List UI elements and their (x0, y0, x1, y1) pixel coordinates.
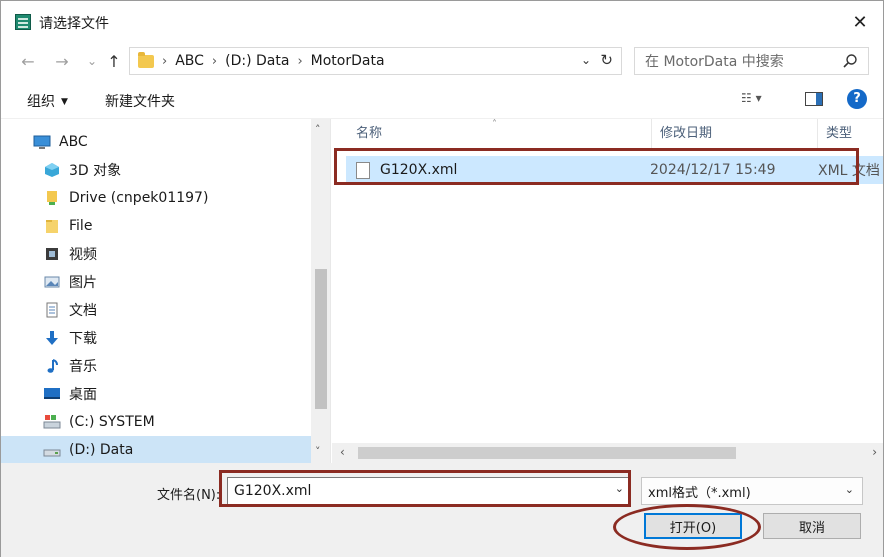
sidebar-item-music[interactable]: 音乐 (1, 352, 311, 380)
sidebar-item-label: 桌面 (69, 387, 97, 403)
sidebar-item-label: 视频 (69, 247, 97, 263)
drive-user-icon (43, 190, 61, 206)
cancel-button[interactable]: 取消 (763, 513, 861, 539)
system-drive-icon (43, 414, 61, 430)
sidebar-item-label: 图片 (69, 275, 97, 291)
search-box[interactable]: 在 MotorData 中搜索 (634, 47, 869, 75)
sidebar-item-drive[interactable]: Drive (cnpek01197) (1, 184, 311, 212)
highlight-file-row (334, 148, 859, 185)
folder-icon (138, 51, 154, 68)
sidebar-item-label: 音乐 (69, 359, 97, 375)
breadcrumb-abc[interactable]: ABC (175, 53, 204, 69)
sidebar-item-pictures[interactable]: 图片 (1, 268, 311, 296)
column-header-name[interactable]: 名称 (346, 119, 652, 149)
filename-label: 文件名(N): (157, 488, 221, 503)
preview-pane-icon[interactable] (805, 92, 823, 106)
command-bar: 组织 ▼ 新建文件夹 ☷ ▾ ? (1, 79, 883, 119)
computer-icon (33, 134, 51, 150)
breadcrumb-separator: › (297, 53, 303, 69)
desktop-icon (43, 386, 61, 402)
caret-down-icon: ▼ (61, 97, 68, 107)
breadcrumb-separator: › (162, 53, 168, 69)
organize-label: 组织 (27, 94, 55, 110)
dialog-title: 请选择文件 (39, 16, 109, 32)
sidebar-item-label: (C:) SYSTEM (69, 414, 155, 430)
sidebar-item-videos[interactable]: 视频 (1, 240, 311, 268)
sidebar-item-label: File (69, 218, 93, 234)
sidebar-item-documents[interactable]: 文档 (1, 296, 311, 324)
address-bar[interactable]: › ABC › (D:) Data › MotorData ⌄ ↻ (129, 47, 622, 75)
search-icon[interactable] (842, 53, 858, 69)
refresh-icon[interactable]: ↻ (600, 51, 613, 69)
sidebar-item-label: 文档 (69, 303, 97, 319)
breadcrumb-separator: › (211, 53, 218, 69)
file-open-dialog: 请选择文件 ✕ ← → ⌄ ↑ › ABC › (D:) Data › Moto… (0, 0, 884, 557)
download-icon (43, 330, 61, 346)
help-icon[interactable]: ? (847, 89, 867, 109)
back-button[interactable]: ← (17, 51, 39, 71)
sidebar-item-abc[interactable]: ABC (1, 128, 311, 156)
scroll-right-icon[interactable]: › (872, 445, 877, 459)
highlight-open-button (613, 504, 761, 550)
address-dropdown-icon[interactable]: ⌄ (581, 53, 591, 67)
navigation-pane: ABC 3D 对象 Drive (cnpek01197) File 视频 图片 … (1, 119, 331, 463)
sidebar-item-data-drive[interactable]: (D:) Data (1, 436, 311, 463)
organize-menu[interactable]: 组织 ▼ (27, 91, 68, 111)
filetype-value: xml格式（*.xml) (648, 485, 751, 501)
title-bar: 请选择文件 ✕ (1, 1, 883, 43)
scroll-up-icon[interactable]: ˄ (315, 123, 321, 136)
address-row: ← → ⌄ ↑ › ABC › (D:) Data › MotorData ⌄ … (1, 43, 883, 79)
scroll-left-icon[interactable]: ‹ (340, 445, 345, 459)
breadcrumb-data-drive[interactable]: (D:) Data (225, 53, 289, 69)
scroll-down-icon[interactable]: ˅ (315, 445, 321, 458)
sidebar-item-desktop[interactable]: 桌面 (1, 380, 311, 408)
breadcrumb-motordata[interactable]: MotorData (311, 53, 385, 69)
sidebar-item-downloads[interactable]: 下载 (1, 324, 311, 352)
sidebar-item-system-drive[interactable]: (C:) SYSTEM (1, 408, 311, 436)
recent-locations-button[interactable]: ⌄ (81, 51, 103, 71)
music-icon (43, 358, 61, 374)
up-button[interactable]: ↑ (103, 51, 125, 71)
chevron-down-icon[interactable]: ⌄ (845, 483, 854, 496)
sidebar-item-label: ABC (59, 134, 88, 150)
sidebar-item-label: Drive (cnpek01197) (69, 190, 209, 206)
view-options-icon[interactable]: ☷ ▾ (741, 91, 785, 109)
sidebar-item-3d-objects[interactable]: 3D 对象 (1, 156, 311, 184)
sidebar-item-label: 下载 (69, 331, 97, 347)
search-placeholder: 在 MotorData 中搜索 (645, 54, 784, 70)
close-button[interactable]: ✕ (837, 1, 883, 43)
folder-icon (43, 218, 61, 234)
sidebar-item-label: (D:) Data (69, 442, 134, 458)
nav-scroll-thumb[interactable] (315, 269, 327, 409)
video-icon (43, 246, 61, 262)
filetype-select[interactable]: xml格式（*.xml) ⌄ (641, 477, 863, 505)
forward-button[interactable]: → (51, 51, 73, 71)
data-drive-icon (43, 442, 61, 458)
document-icon (43, 302, 61, 318)
app-icon (15, 14, 31, 30)
column-header-type[interactable]: 类型 (816, 119, 883, 149)
hscroll-thumb[interactable] (358, 447, 736, 459)
file-list-hscrollbar[interactable]: ‹ › (332, 443, 883, 463)
sidebar-item-file[interactable]: File (1, 212, 311, 240)
new-folder-button[interactable]: 新建文件夹 (105, 91, 175, 111)
picture-icon (43, 274, 61, 290)
sidebar-item-label: 3D 对象 (69, 163, 122, 179)
3d-objects-icon (43, 162, 61, 178)
column-header-modified[interactable]: 修改日期 (650, 119, 818, 149)
highlight-filename-input (219, 470, 631, 507)
nav-scrollbar[interactable]: ˄ ˅ (311, 119, 330, 463)
